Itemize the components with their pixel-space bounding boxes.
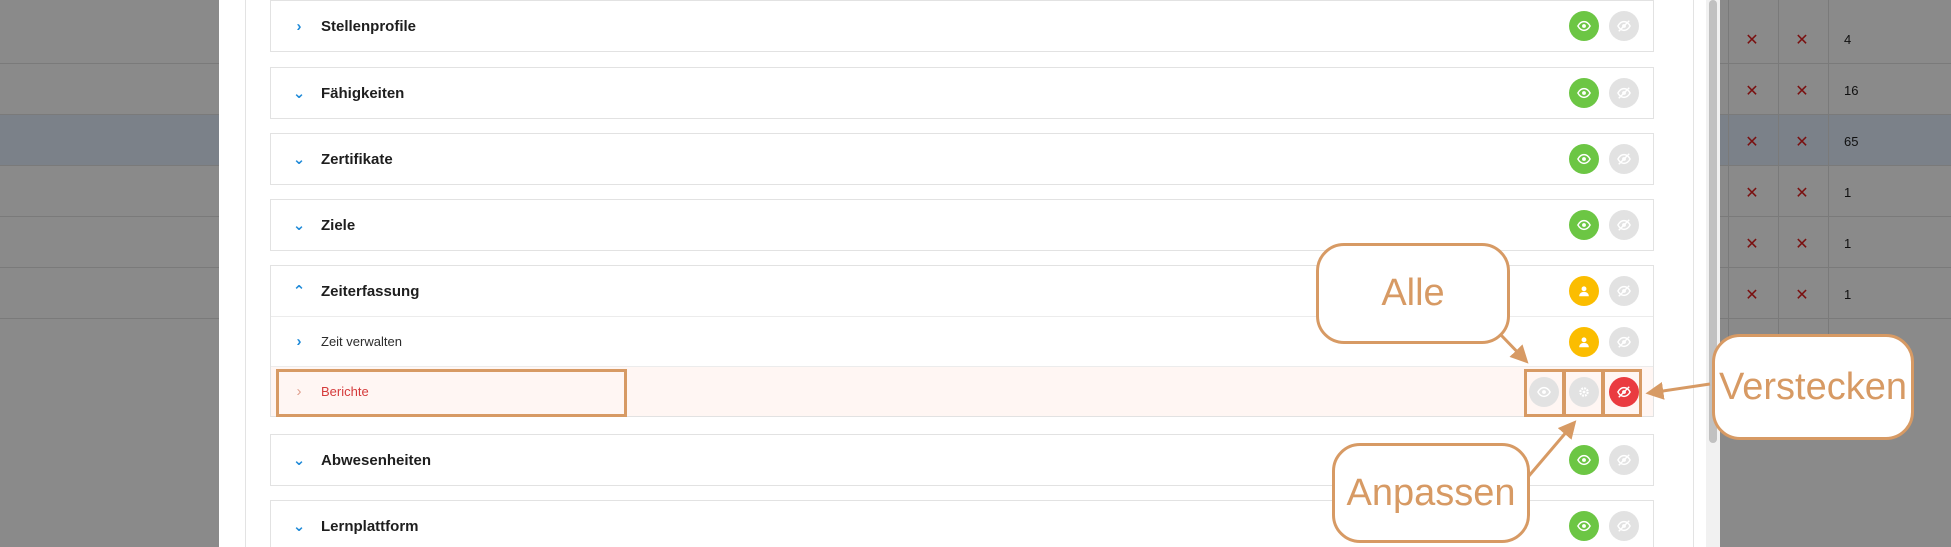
hide-button[interactable] bbox=[1609, 276, 1639, 306]
section-title: Zertifikate bbox=[321, 150, 393, 168]
eye-off-icon bbox=[1617, 335, 1631, 348]
highlight-berichte-label bbox=[276, 369, 627, 417]
eye-off-icon bbox=[1617, 219, 1631, 231]
bg-count: 4 bbox=[1844, 32, 1852, 47]
bg-cross-icon: ✕ bbox=[1795, 32, 1809, 49]
callout-alle: Alle bbox=[1316, 243, 1510, 344]
highlight-alle-button bbox=[1524, 369, 1565, 417]
hide-button[interactable] bbox=[1609, 144, 1639, 174]
custom-access-button[interactable] bbox=[1569, 326, 1599, 357]
bg-cross-icon: ✕ bbox=[1745, 134, 1759, 151]
visible-all-button[interactable] bbox=[1569, 445, 1599, 475]
bg-col-divider bbox=[1828, 0, 1829, 370]
visible-all-button[interactable] bbox=[1569, 78, 1599, 108]
eye-off-icon bbox=[1617, 520, 1631, 532]
bg-count: 1 bbox=[1844, 287, 1852, 302]
eye-icon bbox=[1577, 153, 1591, 165]
section-stellenprofile: › Stellenprofile bbox=[270, 0, 1654, 52]
eye-icon bbox=[1577, 20, 1591, 32]
eye-icon bbox=[1577, 520, 1591, 532]
custom-access-button[interactable] bbox=[1569, 276, 1599, 306]
bg-count: 16 bbox=[1844, 83, 1859, 98]
section-faehigkeiten: ⌄ Fähigkeiten bbox=[270, 67, 1654, 119]
highlight-verstecken-button bbox=[1602, 369, 1642, 417]
callout-verstecken: Verstecken bbox=[1712, 334, 1914, 440]
eye-off-icon bbox=[1617, 153, 1631, 165]
bg-cross-icon: ✕ bbox=[1745, 185, 1759, 202]
section-title: Stellenprofile bbox=[321, 17, 417, 35]
section-title: Fähigkeiten bbox=[321, 84, 405, 102]
eye-off-icon bbox=[1617, 20, 1631, 32]
eye-off-icon bbox=[1617, 87, 1631, 99]
section-header[interactable]: ⌄ Fähigkeiten bbox=[271, 68, 1653, 118]
section-zertifikate: ⌄ Zertifikate bbox=[270, 133, 1654, 185]
bg-cross-icon: ✕ bbox=[1745, 236, 1759, 253]
bg-cross-icon: ✕ bbox=[1745, 83, 1759, 100]
chevron-right-icon[interactable]: › bbox=[287, 19, 311, 34]
bg-cross-icon: ✕ bbox=[1795, 134, 1809, 151]
section-title: Lernplattform bbox=[321, 517, 419, 535]
visible-all-button[interactable] bbox=[1569, 144, 1599, 174]
bg-count: 65 bbox=[1844, 134, 1859, 149]
eye-icon bbox=[1577, 454, 1591, 466]
visible-all-button[interactable] bbox=[1569, 210, 1599, 240]
modal-divider bbox=[1693, 0, 1694, 547]
visible-all-button[interactable] bbox=[1569, 11, 1599, 41]
section-title: Ziele bbox=[321, 216, 356, 234]
hide-button[interactable] bbox=[1609, 11, 1639, 41]
bg-col-divider bbox=[1728, 0, 1729, 370]
chevron-up-icon[interactable]: ⌃ bbox=[287, 284, 311, 299]
subsection-title: Zeit verwalten bbox=[321, 334, 402, 349]
highlight-anpassen-button bbox=[1563, 369, 1604, 417]
bg-cross-icon: ✕ bbox=[1795, 236, 1809, 253]
hide-button[interactable] bbox=[1609, 78, 1639, 108]
bg-cross-icon: ✕ bbox=[1795, 185, 1809, 202]
bg-count: 1 bbox=[1844, 185, 1852, 200]
chevron-down-icon[interactable]: ⌄ bbox=[287, 453, 311, 468]
hide-button[interactable] bbox=[1609, 445, 1639, 475]
user-icon bbox=[1579, 336, 1589, 347]
hide-button[interactable] bbox=[1609, 326, 1639, 357]
section-header[interactable]: › Stellenprofile bbox=[271, 1, 1653, 51]
eye-off-icon bbox=[1617, 454, 1631, 466]
bg-cross-icon: ✕ bbox=[1745, 287, 1759, 304]
chevron-down-icon[interactable]: ⌄ bbox=[287, 152, 311, 167]
hide-button[interactable] bbox=[1609, 210, 1639, 240]
chevron-down-icon[interactable]: ⌄ bbox=[287, 86, 311, 101]
callout-anpassen: Anpassen bbox=[1332, 443, 1530, 543]
section-title: Abwesenheiten bbox=[321, 451, 432, 469]
chevron-right-icon[interactable]: › bbox=[287, 334, 311, 349]
chevron-down-icon[interactable]: ⌄ bbox=[287, 519, 311, 534]
bg-cross-icon: ✕ bbox=[1795, 83, 1809, 100]
bg-col-divider bbox=[1778, 0, 1779, 370]
bg-count: 1 bbox=[1844, 236, 1852, 251]
eye-off-icon bbox=[1617, 285, 1631, 297]
modal-divider bbox=[245, 0, 246, 547]
bg-cross-icon: ✕ bbox=[1745, 32, 1759, 49]
section-header[interactable]: ⌄ Zertifikate bbox=[271, 134, 1653, 184]
section-title: Zeiterfassung bbox=[321, 282, 420, 300]
eye-icon bbox=[1577, 87, 1591, 99]
hide-button[interactable] bbox=[1609, 511, 1639, 541]
chevron-down-icon[interactable]: ⌄ bbox=[287, 218, 311, 233]
user-icon bbox=[1579, 286, 1589, 297]
bg-cross-icon: ✕ bbox=[1795, 287, 1809, 304]
visible-all-button[interactable] bbox=[1569, 511, 1599, 541]
eye-icon bbox=[1577, 219, 1591, 231]
